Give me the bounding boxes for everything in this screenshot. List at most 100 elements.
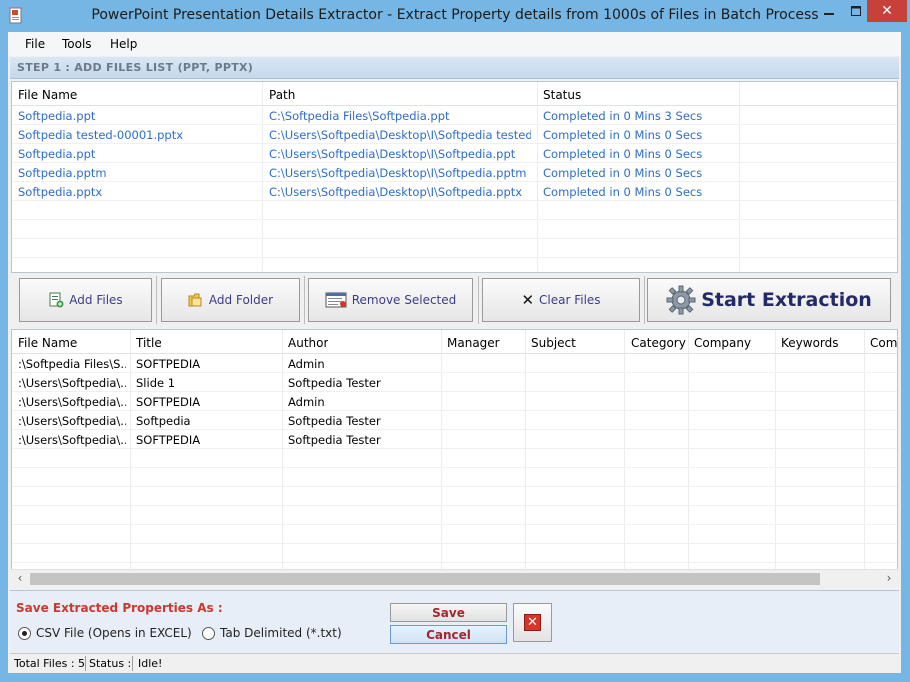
- step-1-label: STEP 1 : ADD FILES LIST (PPT, PPTX): [17, 61, 254, 74]
- table-row[interactable]: :\Softpedia Files\S... SOFTPEDIA Admin: [12, 354, 897, 373]
- add-folder-label: Add Folder: [208, 293, 274, 307]
- table-row[interactable]: [12, 525, 897, 544]
- table-cell: C:\Softpedia Files\Softpedia.ppt: [269, 109, 450, 123]
- save-panel-title: Save Extracted Properties As :: [16, 601, 223, 615]
- column-header-keywords[interactable]: Keywords: [781, 336, 839, 350]
- scroll-right-icon[interactable]: ›: [882, 571, 896, 587]
- remove-selected-button[interactable]: Remove Selected: [308, 278, 473, 322]
- add-files-button[interactable]: Add Files: [19, 278, 152, 322]
- table-cell: Completed in 0 Mins 3 Secs: [543, 109, 703, 123]
- table-row[interactable]: [12, 220, 897, 239]
- table-cell: Admin: [288, 395, 325, 409]
- table-row[interactable]: Softpedia tested-00001.pptx C:\Users\Soft…: [12, 125, 897, 144]
- table-row[interactable]: [12, 468, 897, 487]
- menu-help[interactable]: Help: [110, 37, 137, 51]
- table-row[interactable]: :\Users\Softpedia\... SOFTPEDIA Admin: [12, 392, 897, 411]
- add-files-label: Add Files: [69, 293, 123, 307]
- tab-delimited-option-radio[interactable]: Tab Delimited (*.txt): [202, 626, 342, 640]
- table-row[interactable]: [12, 201, 897, 220]
- table-row[interactable]: [12, 449, 897, 468]
- save-button[interactable]: Save: [390, 603, 507, 622]
- cancel-button[interactable]: Cancel: [390, 625, 507, 644]
- table-cell: Softpedia.pptx: [18, 185, 103, 199]
- table-cell: C:\Users\Softpedia\Desktop\I\Softpedia.p…: [269, 147, 516, 161]
- column-header-subject[interactable]: Subject: [531, 336, 576, 350]
- table-cell: Slide 1: [136, 376, 176, 390]
- radio-unselected-icon: [202, 626, 215, 640]
- table-cell: Softpedia tested-00001.pptx: [18, 128, 184, 142]
- column-header-file-name[interactable]: File Name: [18, 88, 77, 102]
- column-header-manager[interactable]: Manager: [447, 336, 500, 350]
- csv-option-radio[interactable]: CSV File (Opens in EXCEL): [18, 626, 192, 640]
- table-cell: :\Users\Softpedia\...: [18, 433, 126, 447]
- remove-selected-label: Remove Selected: [351, 293, 457, 307]
- close-window-button[interactable]: ✕: [867, 0, 907, 22]
- start-extraction-label: Start Extraction: [701, 289, 872, 311]
- table-cell: Softpedia Tester: [288, 433, 381, 447]
- radio-selected-icon: [18, 626, 31, 640]
- clear-x-icon: ✕: [521, 291, 535, 309]
- table-cell: SOFTPEDIA: [136, 395, 201, 409]
- table-cell: :\Users\Softpedia\...: [18, 395, 126, 409]
- table-cell: Softpedia.ppt: [18, 109, 96, 123]
- table-cell: Completed in 0 Mins 0 Secs: [543, 185, 703, 199]
- table-row[interactable]: [12, 487, 897, 506]
- table-row[interactable]: Softpedia.ppt C:\Users\Softpedia\Desktop\…: [12, 144, 897, 163]
- table-row[interactable]: :\Users\Softpedia\... SOFTPEDIA Softpedia …: [12, 430, 897, 449]
- maximize-icon: [851, 6, 861, 16]
- table-row[interactable]: Softpedia.pptx C:\Users\Softpedia\Desktop…: [12, 182, 897, 201]
- csv-option-label: CSV File (Opens in EXCEL): [36, 626, 192, 640]
- table-cell: Completed in 0 Mins 0 Secs: [543, 166, 703, 180]
- column-header-comments[interactable]: Com: [870, 336, 897, 350]
- add-folder-button[interactable]: Add Folder: [161, 278, 300, 322]
- minimize-button[interactable]: [815, 0, 843, 22]
- title-bar[interactable]: PowerPoint Presentation Details Extracto…: [0, 0, 910, 32]
- menu-file[interactable]: File: [25, 37, 45, 51]
- exit-button[interactable]: ✕: [513, 603, 552, 642]
- table-cell: Completed in 0 Mins 0 Secs: [543, 128, 703, 142]
- table-cell: SOFTPEDIA: [136, 433, 201, 447]
- clear-files-button[interactable]: ✕ Clear Files: [482, 278, 640, 322]
- minimize-icon: [824, 13, 834, 15]
- step-1-header: STEP 1 : ADD FILES LIST (PPT, PPTX): [10, 57, 899, 79]
- column-header-title[interactable]: Title: [136, 336, 162, 350]
- window-title: PowerPoint Presentation Details Extracto…: [91, 7, 819, 23]
- tab-delimited-option-label: Tab Delimited (*.txt): [220, 626, 342, 640]
- table-row[interactable]: Softpedia.ppt C:\Softpedia Files\Softpedi…: [12, 106, 897, 125]
- table-row[interactable]: :\Users\Softpedia\... Softpedia Softpedia …: [12, 411, 897, 430]
- table-cell: :\Softpedia Files\S...: [18, 357, 126, 371]
- save-panel: Save Extracted Properties As : CSV File …: [10, 590, 899, 652]
- app-window: PowerPoint Presentation Details Extracto…: [0, 0, 910, 682]
- column-header-category[interactable]: Category: [631, 336, 686, 350]
- files-list-table[interactable]: File Name Path Status Softpedia.ppt C:\So…: [11, 81, 898, 273]
- start-extraction-button[interactable]: Start Extraction: [647, 278, 891, 322]
- column-header-file-name[interactable]: File Name: [18, 336, 77, 350]
- column-header-status[interactable]: Status: [543, 88, 581, 102]
- properties-table[interactable]: File Name Title Author Manager Subject Catego…: [11, 329, 898, 587]
- scrollbar-thumb[interactable]: [30, 573, 820, 585]
- scroll-left-icon[interactable]: ‹: [13, 571, 27, 587]
- column-header-path[interactable]: Path: [269, 88, 295, 102]
- table-cell: C:\Users\Softpedia\Desktop\I\Softpedia.p…: [269, 185, 523, 199]
- menu-tools[interactable]: Tools: [62, 37, 92, 51]
- table-cell: Softpedia.ppt: [18, 147, 96, 161]
- column-header-company[interactable]: Company: [694, 336, 751, 350]
- clear-files-label: Clear Files: [539, 293, 601, 307]
- close-icon: ✕: [524, 614, 541, 631]
- table-row[interactable]: [12, 239, 897, 258]
- status-bar: Total Files : 5 Status : Idle!: [10, 653, 899, 672]
- table-row[interactable]: :\Users\Softpedia\... Slide 1 Softpedia Te…: [12, 373, 897, 392]
- menu-bar: File Tools Help: [8, 32, 901, 56]
- table-cell: Completed in 0 Mins 0 Secs: [543, 147, 703, 161]
- add-files-icon: [49, 292, 64, 308]
- table-cell: Softpedia Tester: [288, 414, 381, 428]
- table-row[interactable]: Softpedia.pptm C:\Users\Softpedia\Desktop…: [12, 163, 897, 182]
- client-area: File Tools Help STEP 1 : ADD FILES LIST …: [8, 32, 901, 673]
- table-row[interactable]: [12, 544, 897, 563]
- table-cell: Admin: [288, 357, 325, 371]
- table-row[interactable]: [12, 506, 897, 525]
- maximize-button[interactable]: [842, 0, 870, 22]
- horizontal-scrollbar[interactable]: ‹ ›: [11, 569, 898, 587]
- column-header-author[interactable]: Author: [288, 336, 328, 350]
- table-cell: SOFTPEDIA: [136, 357, 201, 371]
